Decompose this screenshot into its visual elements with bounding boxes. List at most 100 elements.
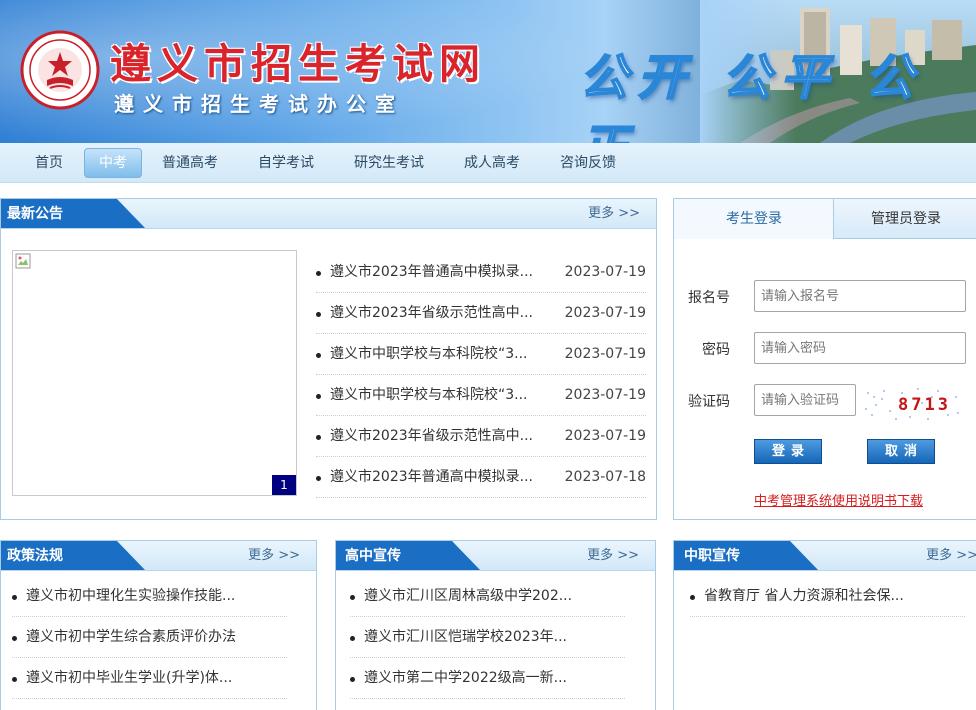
panel-tab: 中职宣传 [674, 541, 819, 570]
list-item-title[interactable]: 遵义市2023年普通高中模拟录... [330, 252, 533, 293]
list-item-title[interactable]: 遵义市初中学生综合素质评价办法 [26, 617, 236, 658]
bullet-icon [316, 271, 321, 276]
list-item[interactable]: 遵义市2023年省级示范性高中... 2023-07-19 [316, 293, 646, 334]
vocational-header: 中职宣传 更多 >> [674, 541, 976, 571]
nav-item-feedback[interactable]: 咨询反馈 [552, 148, 624, 178]
nav-item-self-study-exam[interactable]: 自学考试 [250, 148, 322, 178]
vocational-list: 省教育厅 省人力资源和社会保... [690, 576, 965, 617]
vocational-more-link[interactable]: 更多 >> [926, 541, 976, 570]
list-item[interactable]: 遵义市2023年省级示范性高中... 2023-07-19 [316, 416, 646, 457]
bullet-icon [12, 595, 17, 600]
captcha-label: 验证码 [688, 394, 730, 410]
list-item-title[interactable]: 遵义市汇川区周林高级中学202... [364, 576, 572, 617]
tab-student-login[interactable]: 考生登录 [674, 199, 834, 239]
banner-slogan: 公开 公平 公正 [579, 49, 924, 143]
list-item-date: 2023-07-19 [564, 428, 646, 444]
bullet-icon [316, 435, 321, 440]
list-item-title[interactable]: 遵义市2023年省级示范性高中... [330, 416, 533, 457]
announcements-list: 遵义市2023年普通高中模拟录... 2023-07-19 遵义市2023年省级示… [316, 252, 646, 498]
highschool-panel: 高中宣传 更多 >> 遵义市汇川区周林高级中学202... 遵义市汇川区恺瑞学校… [335, 540, 656, 710]
announcements-header: 最新公告 更多 >> [1, 199, 656, 229]
nav-item-zhongkao[interactable]: 中考 [84, 148, 142, 178]
list-item[interactable]: 遵义市2023年普通高中模拟录... 2023-07-18 [316, 457, 646, 498]
bullet-icon [316, 394, 321, 399]
highschool-title: 高中宣传 [345, 548, 401, 564]
bullet-icon [316, 353, 321, 358]
broken-image-icon [15, 253, 31, 269]
site-title: 遵义市招生考试网 [110, 40, 486, 88]
nav-item-postgraduate-exam[interactable]: 研究生考试 [346, 148, 432, 178]
bullet-icon [350, 636, 355, 641]
bullet-icon [12, 636, 17, 641]
list-item-title[interactable]: 遵义市2023年省级示范性高中... [330, 293, 533, 334]
captcha-code: 8713 [898, 395, 951, 415]
bullet-icon [316, 312, 321, 317]
reg-number-label: 报名号 [688, 290, 730, 306]
list-item-title[interactable]: 遵义市初中毕业生学业(升学)体... [26, 658, 232, 699]
list-item-title[interactable]: 遵义市初中理化生实验操作技能... [26, 576, 235, 617]
password-input[interactable] [754, 332, 966, 364]
slide-page-indicator[interactable]: 1 [272, 475, 296, 495]
announcement-slideshow[interactable]: 1 [12, 250, 297, 496]
nav-item-gaokao[interactable]: 普通高考 [154, 148, 226, 178]
bullet-icon [350, 595, 355, 600]
list-item[interactable]: 遵义市汇川区周林高级中学202... [350, 576, 625, 617]
captcha-input[interactable] [754, 384, 856, 416]
vocational-panel: 中职宣传 更多 >> 省教育厅 省人力资源和社会保... [673, 540, 976, 710]
bullet-icon [350, 677, 355, 682]
policy-more-link[interactable]: 更多 >> [248, 541, 300, 570]
site-banner: 遵义市招生考试网 遵义市招生考试办公室 公开 公平 公正 [0, 0, 976, 143]
highschool-header: 高中宣传 更多 >> [336, 541, 655, 571]
list-item-title[interactable]: 省教育厅 省人力资源和社会保... [704, 576, 904, 617]
login-panel: 考生登录 管理员登录 报名号 密码 验证码 8713 登录 取消 中考管理系统使… [673, 198, 976, 520]
list-item-title[interactable]: 遵义市2023年普通高中模拟录... [330, 457, 533, 498]
bullet-icon [316, 476, 321, 481]
panel-tab: 政策法规 [1, 541, 146, 570]
vocational-title: 中职宣传 [684, 548, 740, 564]
nav-item-adult-gaokao[interactable]: 成人高考 [456, 148, 528, 178]
site-subtitle: 遵义市招生考试办公室 [114, 92, 404, 116]
announcements-more-link[interactable]: 更多 >> [588, 199, 640, 228]
captcha-image[interactable]: 8713 [862, 385, 962, 423]
list-item-date: 2023-07-19 [564, 346, 646, 362]
list-item[interactable]: 遵义市汇川区恺瑞学校2023年... [350, 617, 625, 658]
list-item-title[interactable]: 遵义市中职学校与本科院校“3... [330, 375, 528, 416]
login-tabs: 考生登录 管理员登录 [674, 199, 976, 239]
main-nav: 首页 中考 普通高考 自学考试 研究生考试 成人高考 咨询反馈 [0, 143, 976, 183]
tab-admin-login[interactable]: 管理员登录 [833, 199, 976, 239]
highschool-list: 遵义市汇川区周林高级中学202... 遵义市汇川区恺瑞学校2023年... 遵义… [350, 576, 625, 699]
list-item-date: 2023-07-19 [564, 264, 646, 280]
list-item[interactable]: 遵义市初中理化生实验操作技能... [12, 576, 287, 617]
list-item[interactable]: 遵义市初中毕业生学业(升学)体... [12, 658, 287, 699]
policy-header: 政策法规 更多 >> [1, 541, 316, 571]
password-label: 密码 [702, 342, 730, 358]
list-item[interactable]: 省教育厅 省人力资源和社会保... [690, 576, 965, 617]
exam-office-emblem-icon [20, 30, 100, 110]
policy-list: 遵义市初中理化生实验操作技能... 遵义市初中学生综合素质评价办法 遵义市初中毕… [12, 576, 287, 699]
list-item[interactable]: 遵义市中职学校与本科院校“3... 2023-07-19 [316, 334, 646, 375]
login-button[interactable]: 登录 [754, 439, 822, 464]
panel-tab: 最新公告 [1, 199, 146, 228]
list-item[interactable]: 遵义市2023年普通高中模拟录... 2023-07-19 [316, 252, 646, 293]
reg-number-input[interactable] [754, 280, 966, 312]
list-item[interactable]: 遵义市第二中学2022级高一新... [350, 658, 625, 699]
list-item-date: 2023-07-19 [564, 387, 646, 403]
policy-title: 政策法规 [7, 548, 63, 564]
list-item-title[interactable]: 遵义市第二中学2022级高一新... [364, 658, 567, 699]
nav-item-home[interactable]: 首页 [22, 148, 76, 178]
highschool-more-link[interactable]: 更多 >> [587, 541, 639, 570]
list-item-title[interactable]: 遵义市汇川区恺瑞学校2023年... [364, 617, 567, 658]
manual-download-link[interactable]: 中考管理系统使用说明书下载 [754, 490, 923, 509]
list-item[interactable]: 遵义市中职学校与本科院校“3... 2023-07-19 [316, 375, 646, 416]
list-item-date: 2023-07-18 [564, 469, 646, 485]
bullet-icon [12, 677, 17, 682]
list-item-title[interactable]: 遵义市中职学校与本科院校“3... [330, 334, 528, 375]
announcements-panel: 最新公告 更多 >> 1 遵义市2023年普通高中模拟录... 2023-07-1… [0, 198, 657, 520]
panel-tab: 高中宣传 [336, 541, 481, 570]
list-item[interactable]: 遵义市初中学生综合素质评价办法 [12, 617, 287, 658]
cancel-button[interactable]: 取消 [867, 439, 935, 464]
announcements-title: 最新公告 [7, 206, 63, 222]
list-item-date: 2023-07-19 [564, 305, 646, 321]
policy-panel: 政策法规 更多 >> 遵义市初中理化生实验操作技能... 遵义市初中学生综合素质… [0, 540, 317, 710]
bullet-icon [690, 595, 695, 600]
